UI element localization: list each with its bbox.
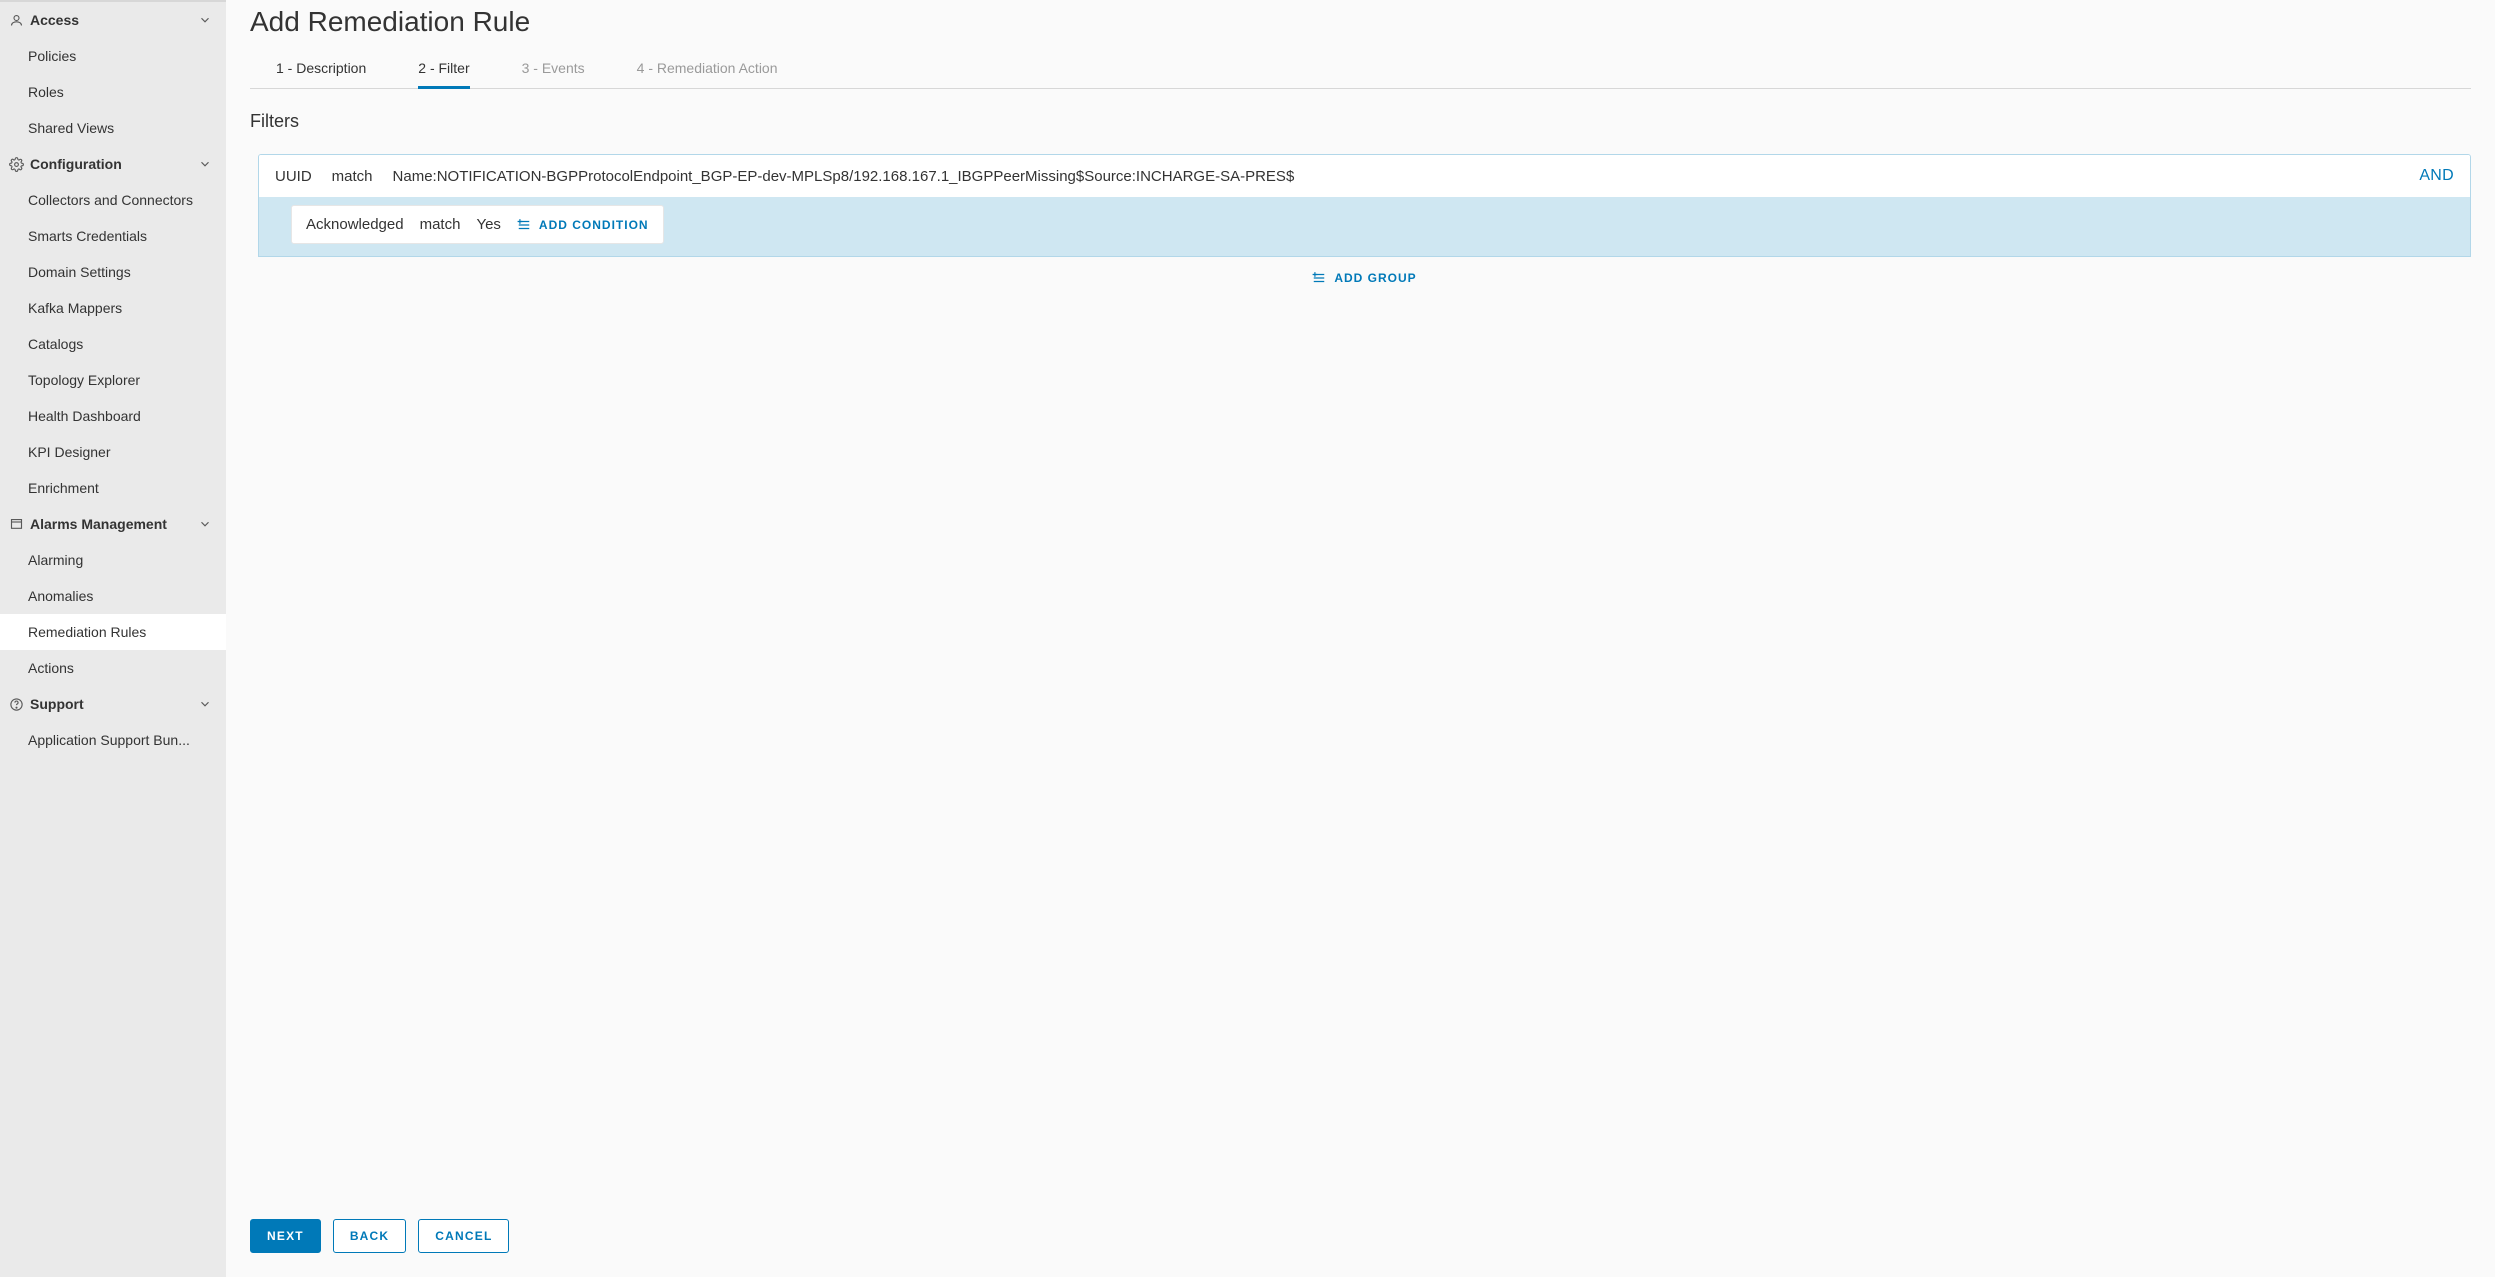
sidebar-item-label: Policies [28, 48, 76, 64]
sidebar-item-label: KPI Designer [28, 444, 110, 460]
back-button[interactable]: BACK [333, 1219, 406, 1253]
sidebar-group-label: Access [30, 12, 79, 28]
sidebar-item-collectors[interactable]: Collectors and Connectors [0, 182, 226, 218]
filter-condition-primary[interactable]: UUID match Name:NOTIFICATION-BGPProtocol… [259, 155, 2470, 197]
sidebar-item-label: Application Support Bun... [28, 732, 190, 748]
filter-value: Name:NOTIFICATION-BGPProtocolEndpoint_BG… [393, 168, 1295, 185]
sidebar-item-label: Health Dashboard [28, 408, 141, 424]
filter-builder: UUID match Name:NOTIFICATION-BGPProtocol… [250, 154, 2471, 288]
sidebar-item-policies[interactable]: Policies [0, 38, 226, 74]
sidebar-item-label: Actions [28, 660, 74, 676]
sidebar-group-access[interactable]: Access [0, 2, 226, 38]
main-content: Add Remediation Rule 1 - Description 2 -… [226, 0, 2495, 1277]
sidebar-item-topology-explorer[interactable]: Topology Explorer [0, 362, 226, 398]
chevron-down-icon [198, 697, 212, 711]
sidebar-item-label: Anomalies [28, 588, 93, 604]
wizard-tabs: 1 - Description 2 - Filter 3 - Events 4 … [250, 50, 2471, 89]
sidebar-item-label: Catalogs [28, 336, 83, 352]
tab-description[interactable]: 1 - Description [276, 50, 366, 88]
sidebar-group-support[interactable]: Support [0, 686, 226, 722]
tab-events[interactable]: 3 - Events [522, 50, 585, 88]
tab-label: 2 - Filter [418, 60, 469, 76]
tab-filter[interactable]: 2 - Filter [418, 50, 469, 88]
sidebar-item-kpi-designer[interactable]: KPI Designer [0, 434, 226, 470]
alarm-icon [8, 516, 24, 532]
sidebar-group-label: Configuration [30, 156, 122, 172]
chevron-down-icon [198, 13, 212, 27]
tab-label: 3 - Events [522, 60, 585, 76]
help-icon [8, 696, 24, 712]
sidebar-item-enrichment[interactable]: Enrichment [0, 470, 226, 506]
sidebar-item-smarts-credentials[interactable]: Smarts Credentials [0, 218, 226, 254]
sidebar-item-label: Smarts Credentials [28, 228, 147, 244]
gear-icon [8, 156, 24, 172]
button-label: CANCEL [435, 1229, 492, 1243]
filter-group: UUID match Name:NOTIFICATION-BGPProtocol… [258, 154, 2471, 257]
add-filter-icon [1312, 271, 1326, 285]
filter-logic-operator[interactable]: AND [2419, 167, 2454, 185]
tab-label: 1 - Description [276, 60, 366, 76]
filter-field: UUID [275, 168, 312, 185]
sidebar-item-domain-settings[interactable]: Domain Settings [0, 254, 226, 290]
sidebar-item-actions[interactable]: Actions [0, 650, 226, 686]
sidebar-item-app-support-bundle[interactable]: Application Support Bun... [0, 722, 226, 758]
chevron-down-icon [198, 157, 212, 171]
sidebar-item-label: Enrichment [28, 480, 99, 496]
chevron-down-icon [198, 517, 212, 531]
sidebar: Access Policies Roles Shared Views Confi… [0, 0, 226, 1277]
sidebar-item-label: Topology Explorer [28, 372, 140, 388]
filter-value: Yes [476, 216, 500, 233]
sidebar-item-shared-views[interactable]: Shared Views [0, 110, 226, 146]
sidebar-item-anomalies[interactable]: Anomalies [0, 578, 226, 614]
sidebar-item-label: Kafka Mappers [28, 300, 122, 316]
add-condition-button[interactable]: ADD CONDITION [517, 218, 649, 232]
sidebar-item-label: Collectors and Connectors [28, 192, 193, 208]
sidebar-group-alarms[interactable]: Alarms Management [0, 506, 226, 542]
filter-condition-secondary[interactable]: Acknowledged match Yes ADD CONDITION [291, 205, 664, 244]
user-icon [8, 12, 24, 28]
sidebar-group-configuration[interactable]: Configuration [0, 146, 226, 182]
sidebar-item-kafka-mappers[interactable]: Kafka Mappers [0, 290, 226, 326]
next-button[interactable]: NEXT [250, 1219, 321, 1253]
sidebar-item-label: Domain Settings [28, 264, 131, 280]
sidebar-group-label: Alarms Management [30, 516, 167, 532]
button-label: NEXT [267, 1229, 304, 1243]
tab-label: 4 - Remediation Action [637, 60, 778, 76]
sidebar-group-label: Support [30, 696, 84, 712]
sidebar-item-label: Alarming [28, 552, 83, 568]
filter-subgroup: Acknowledged match Yes ADD CONDITION [259, 197, 2470, 256]
filter-operator: match [332, 168, 373, 185]
tab-remediation-action[interactable]: 4 - Remediation Action [637, 50, 778, 88]
sidebar-item-label: Shared Views [28, 120, 114, 136]
add-condition-label: ADD CONDITION [539, 218, 649, 232]
page-title: Add Remediation Rule [250, 0, 2471, 50]
wizard-footer: NEXT BACK CANCEL [250, 1195, 2471, 1253]
sidebar-item-roles[interactable]: Roles [0, 74, 226, 110]
sidebar-item-alarming[interactable]: Alarming [0, 542, 226, 578]
filter-field: Acknowledged [306, 216, 404, 233]
add-group-label: ADD GROUP [1334, 271, 1416, 285]
section-title: Filters [250, 111, 2471, 132]
sidebar-item-health-dashboard[interactable]: Health Dashboard [0, 398, 226, 434]
add-group-button[interactable]: ADD GROUP [1312, 271, 1416, 285]
sidebar-item-catalogs[interactable]: Catalogs [0, 326, 226, 362]
add-group-row: ADD GROUP [258, 257, 2471, 288]
button-label: BACK [350, 1229, 389, 1243]
add-filter-icon [517, 218, 531, 232]
filter-operator: match [420, 216, 461, 233]
sidebar-item-label: Roles [28, 84, 64, 100]
cancel-button[interactable]: CANCEL [418, 1219, 509, 1253]
sidebar-item-label: Remediation Rules [28, 624, 146, 640]
sidebar-item-remediation-rules[interactable]: Remediation Rules [0, 614, 226, 650]
